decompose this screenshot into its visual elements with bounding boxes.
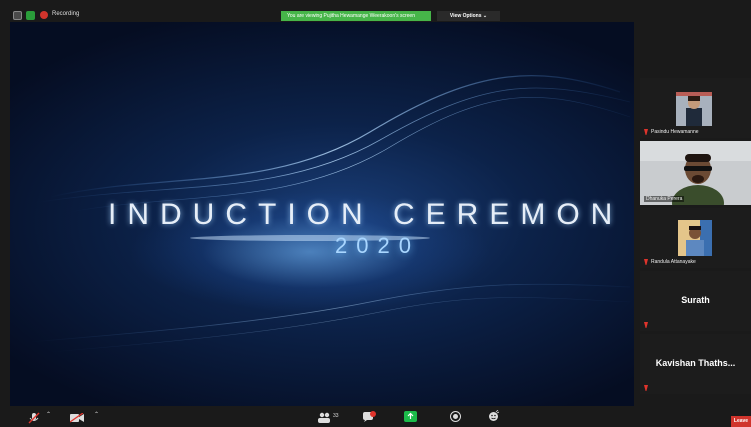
participant-name-large: Surath [681,295,710,305]
participant-video [676,92,712,126]
participant-tile[interactable]: Surath [640,271,751,331]
participant-name: Dhanuka Perera [644,196,685,202]
participant-tile[interactable]: Kavishan Thaths... [640,334,751,394]
video-camera-icon[interactable] [70,413,84,423]
participant-name: Randula Attanayake [651,259,696,265]
mute-mic-icon[interactable] [28,412,40,424]
record-icon[interactable] [450,411,461,422]
muted-mic-icon [644,322,648,328]
mic-options-caret-icon[interactable]: ⌃ [46,411,51,418]
meeting-toolbar: ⌃ ⌃ 33 [0,406,751,427]
chat-icon[interactable] [362,411,376,423]
muted-mic-icon [644,129,648,135]
connection-icon[interactable] [26,11,35,20]
ceremony-year: 2020 [335,233,420,258]
participant-tile[interactable]: Randula Attanayake [640,208,751,268]
video-options-caret-icon[interactable]: ⌃ [94,411,99,418]
participants-count: 33 [333,413,339,419]
participant-tile-active[interactable]: Dhanuka Perera [640,141,751,205]
recording-label: Recording [52,11,80,17]
recording-dot-icon [40,11,48,19]
muted-mic-icon [644,385,648,391]
top-bar: Recording You are viewing Pujitha Hewama… [0,0,751,21]
participant-name-large: Kavishan Thaths... [655,358,736,368]
participant-tile[interactable]: Pasindu Hewamanne [640,78,751,138]
screen-share-banner: You are viewing Pujitha Hewamange Weerak… [281,11,431,21]
participants-icon[interactable] [318,412,330,423]
leave-button[interactable]: Leave [731,416,751,427]
shared-screen: INDUCTION CEREMON 2020 [10,22,634,406]
participant-video [678,220,712,256]
security-icon[interactable] [13,11,22,20]
share-screen-icon[interactable] [404,411,417,422]
view-options-button[interactable]: View Options ⌄ [437,11,500,21]
participant-name: Pasindu Hewamanne [651,129,699,135]
participant-panel: Pasindu Hewamanne Dhanuka Perera Randula… [640,78,751,396]
muted-mic-icon [644,259,648,265]
reactions-icon[interactable] [488,410,499,422]
ceremony-title: INDUCTION CEREMON [108,198,624,231]
